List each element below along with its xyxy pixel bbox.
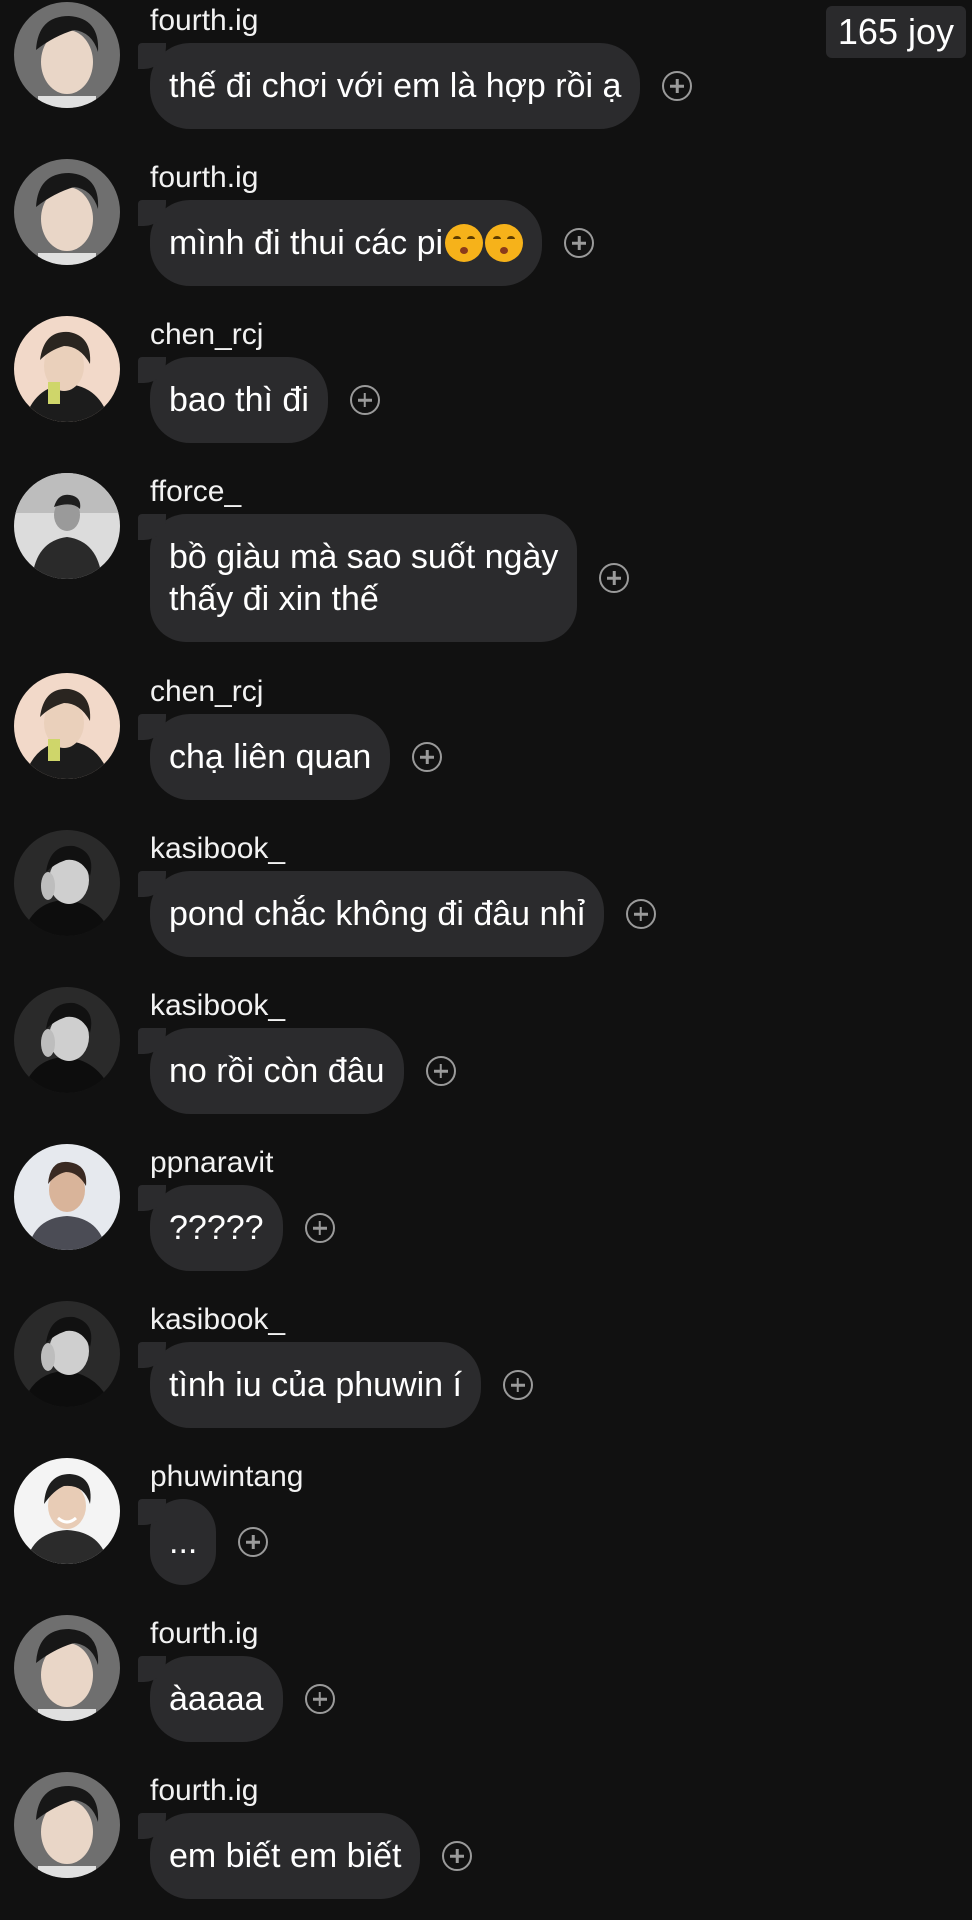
avatar[interactable] — [14, 1458, 120, 1564]
avatar[interactable] — [14, 673, 120, 779]
bubble-row: bồ giàu mà sao suốt ngày thấy đi xin thế — [137, 514, 630, 642]
kissing-face-icon — [485, 224, 524, 262]
message-text: tình iu của phuwin í — [169, 1366, 462, 1404]
message-text: em biết em biết — [169, 1837, 402, 1875]
add-reaction-icon[interactable] — [599, 563, 630, 593]
message-text: pond chắc không đi đâu nhỉ — [169, 895, 585, 933]
add-reaction-icon[interactable] — [425, 1056, 456, 1086]
kissing-face-icon — [445, 224, 484, 262]
message-bubble[interactable]: chạ liên quan — [137, 714, 391, 800]
message-bubble[interactable]: mình đi thui các pi — [137, 200, 543, 286]
bubble-row: no rồi còn đâu — [138, 1028, 456, 1114]
bubble-row: thế đi chơi với em là hợp rồi ạ — [137, 43, 693, 129]
avatar[interactable] — [14, 1144, 120, 1250]
username[interactable]: kasibook_ — [150, 834, 285, 864]
bubble-row: tình iu của phuwin í — [138, 1342, 533, 1428]
avatar[interactable] — [14, 473, 120, 579]
message-text: chạ liên quan — [169, 738, 372, 776]
avatar[interactable] — [14, 1772, 120, 1878]
counter-badge: 165 joy — [825, 6, 966, 58]
message-text: thế đi chơi với em là hợp rồi ạ — [169, 67, 622, 105]
message-text: bao thì đi — [169, 381, 309, 419]
message-bubble[interactable]: bồ giàu mà sao suốt ngày thấy đi xin thế — [137, 514, 578, 642]
bubble-row: ????? — [138, 1185, 335, 1271]
message-bubble[interactable]: ... — [137, 1499, 217, 1585]
message-text: àaaaa — [169, 1680, 264, 1718]
add-reaction-icon[interactable] — [304, 1213, 335, 1243]
bubble-row: pond chắc không đi đâu nhỉ — [138, 871, 656, 957]
message-text: no rồi còn đâu — [169, 1052, 385, 1090]
message-text: ... — [169, 1523, 198, 1561]
avatar[interactable] — [14, 2, 120, 108]
message-text: bồ giàu mà sao suốt ngày thấy đi xin thế — [169, 538, 559, 618]
avatar[interactable] — [14, 316, 120, 422]
avatar[interactable] — [14, 1301, 120, 1407]
add-reaction-icon[interactable] — [238, 1527, 269, 1557]
message-bubble[interactable]: thế đi chơi với em là hợp rồi ạ — [137, 43, 641, 129]
username[interactable]: ppnaravit — [150, 1148, 273, 1178]
message-bubble[interactable]: bao thì đi — [138, 357, 328, 443]
username[interactable]: fourth.ig — [150, 1776, 258, 1806]
add-reaction-icon[interactable] — [502, 1370, 533, 1400]
username[interactable]: fourth.ig — [150, 6, 258, 36]
add-reaction-icon[interactable] — [662, 71, 693, 101]
username[interactable]: chen_rcj — [150, 320, 263, 350]
avatar[interactable] — [14, 987, 120, 1093]
add-reaction-icon[interactable] — [349, 385, 380, 415]
avatar[interactable] — [14, 159, 120, 265]
message-text: mình đi thui các pi — [169, 224, 444, 262]
bubble-row: ... — [137, 1499, 269, 1585]
username[interactable]: kasibook_ — [150, 1305, 285, 1335]
add-reaction-icon[interactable] — [412, 742, 443, 772]
username[interactable]: fourth.ig — [150, 163, 258, 193]
add-reaction-icon[interactable] — [625, 899, 656, 929]
bubble-row: em biết em biết — [137, 1813, 473, 1899]
username[interactable]: fforce_ — [150, 477, 241, 507]
avatar[interactable] — [14, 1615, 120, 1721]
message-bubble[interactable]: tình iu của phuwin í — [138, 1342, 481, 1428]
message-bubble[interactable]: pond chắc không đi đâu nhỉ — [138, 871, 604, 957]
bubble-row: mình đi thui các pi — [137, 200, 595, 286]
bubble-row: chạ liên quan — [137, 714, 443, 800]
message-bubble[interactable]: ????? — [138, 1185, 283, 1271]
username[interactable]: fourth.ig — [150, 1619, 258, 1649]
message-bubble[interactable]: no rồi còn đâu — [138, 1028, 404, 1114]
message-text: ????? — [169, 1209, 264, 1247]
bubble-row: bao thì đi — [138, 357, 380, 443]
add-reaction-icon[interactable] — [564, 228, 595, 258]
message-bubble[interactable]: àaaaa — [138, 1656, 283, 1742]
avatar[interactable] — [14, 830, 120, 936]
username[interactable]: kasibook_ — [150, 991, 285, 1021]
message-bubble[interactable]: em biết em biết — [137, 1813, 421, 1899]
username[interactable]: chen_rcj — [150, 677, 263, 707]
username[interactable]: phuwintang — [150, 1462, 303, 1492]
add-reaction-icon[interactable] — [442, 1841, 473, 1871]
add-reaction-icon[interactable] — [304, 1684, 335, 1714]
bubble-row: àaaaa — [138, 1656, 335, 1742]
